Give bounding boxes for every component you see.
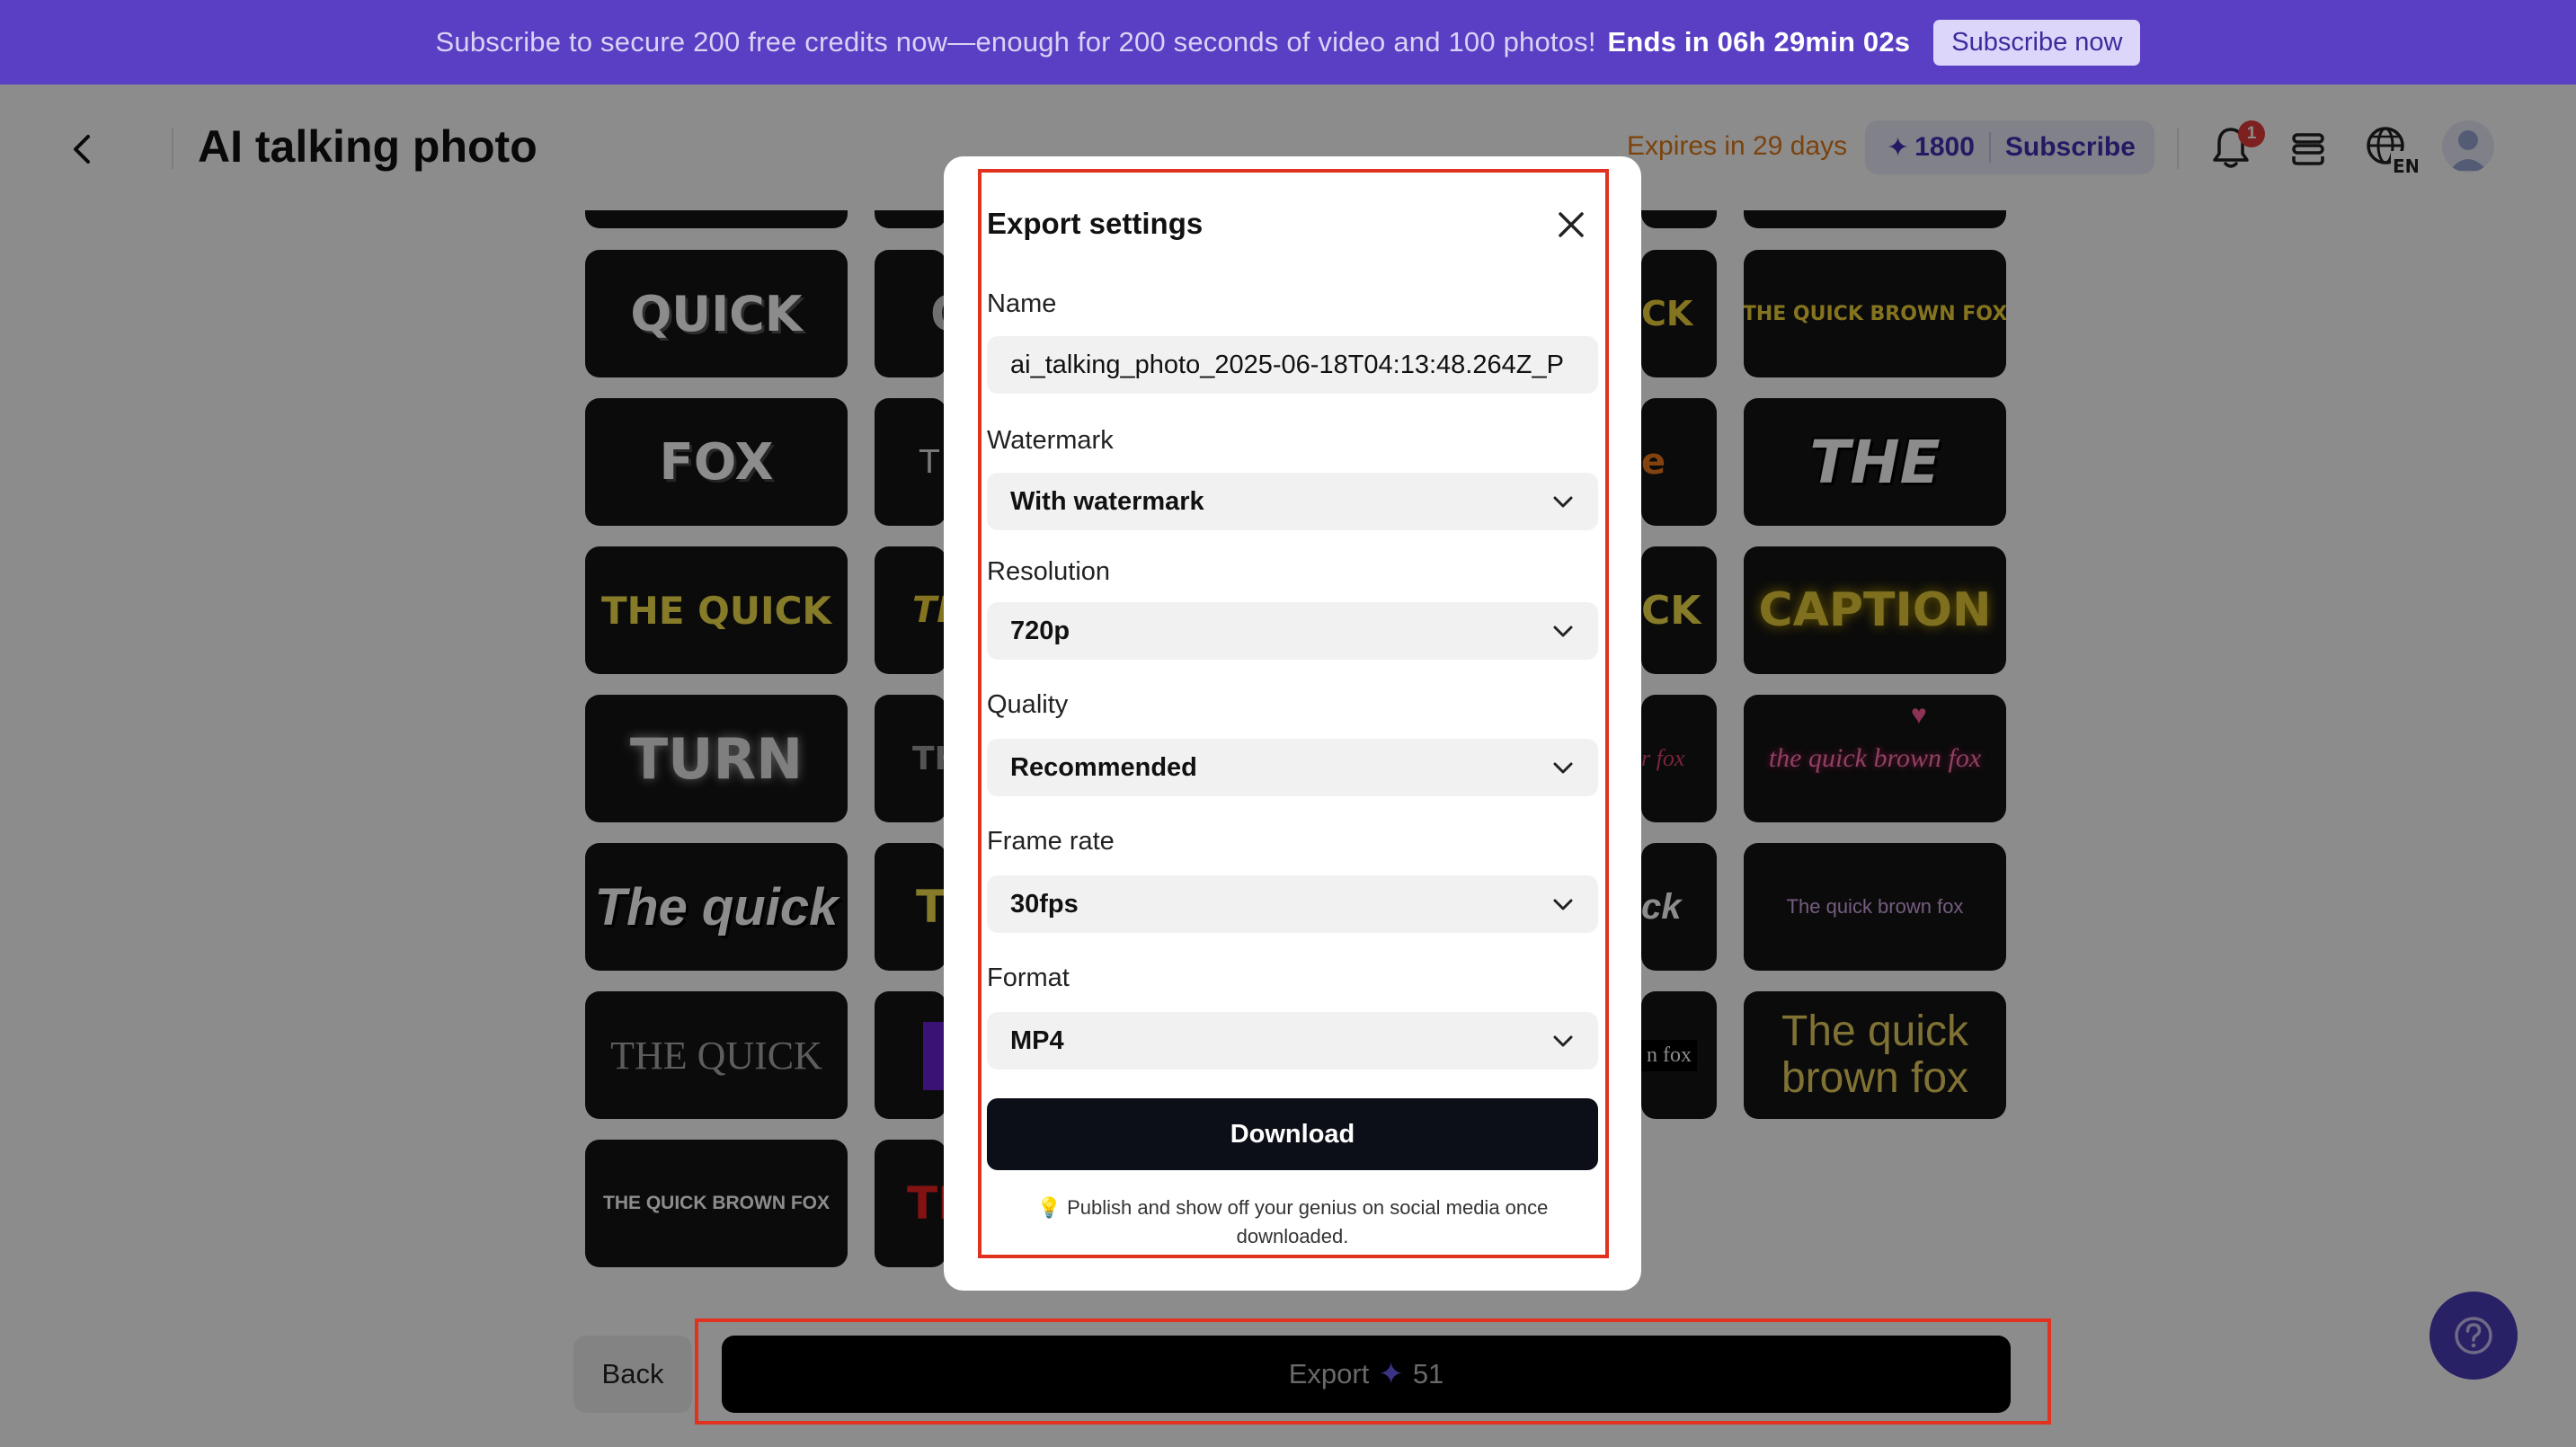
modal-highlight — [978, 169, 1609, 1258]
export-button-highlight — [695, 1318, 2051, 1425]
promo-countdown: Ends in 06h 29min 02s — [1607, 26, 1911, 58]
promo-banner: Subscribe to secure 200 free credits now… — [0, 0, 2576, 84]
promo-text: Subscribe to secure 200 free credits now… — [436, 26, 1911, 58]
subscribe-now-button[interactable]: Subscribe now — [1933, 19, 2141, 66]
promo-message: Subscribe to secure 200 free credits now… — [435, 26, 1596, 58]
